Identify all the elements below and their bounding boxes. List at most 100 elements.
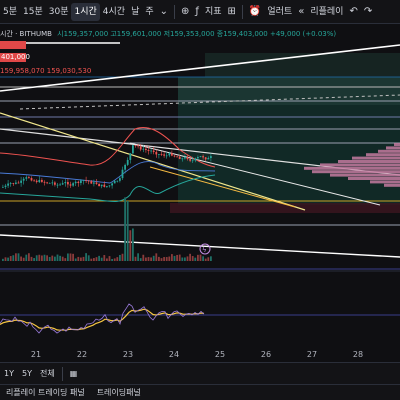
candle[interactable] (82, 180, 85, 182)
candle[interactable] (59, 184, 61, 186)
candle[interactable] (2, 186, 4, 188)
candle[interactable] (61, 183, 64, 185)
candle[interactable] (56, 184, 59, 186)
candle[interactable] (46, 182, 48, 184)
candle[interactable] (35, 180, 38, 183)
candle[interactable] (147, 150, 150, 152)
candle[interactable] (199, 156, 202, 158)
compare-icon[interactable]: ⊕ (178, 6, 192, 17)
candle[interactable] (132, 145, 134, 154)
candle[interactable] (186, 157, 189, 160)
candle[interactable] (72, 183, 74, 186)
candle[interactable] (150, 150, 152, 152)
candle[interactable] (7, 183, 9, 186)
candle[interactable] (103, 184, 106, 187)
candle[interactable] (90, 181, 93, 184)
interval-15m[interactable]: 15분 (20, 3, 46, 21)
candle[interactable] (77, 181, 80, 183)
range-all[interactable]: 전체 (36, 368, 59, 379)
indicators-icon[interactable]: ƒ (192, 6, 202, 17)
candle[interactable] (194, 158, 197, 161)
candle[interactable] (165, 155, 168, 157)
candle[interactable] (191, 160, 194, 162)
interval-week[interactable]: 주 (142, 3, 156, 21)
price-chart[interactable]: ϟ 21 22 23 24 25 26 27 28 시간 · BITHUMB 시159,357… (0, 25, 400, 362)
candle[interactable] (20, 180, 22, 183)
replay-button[interactable]: 리플레이 (307, 3, 346, 21)
candle[interactable] (173, 155, 176, 157)
candle[interactable] (9, 183, 12, 184)
templates-icon[interactable]: ⊞ (225, 6, 239, 17)
range-5y[interactable]: 5Y (18, 369, 36, 378)
candle[interactable] (197, 157, 199, 159)
chart-canvas[interactable]: ϟ 21 22 23 24 25 26 27 28 (0, 25, 400, 362)
candle[interactable] (98, 183, 100, 187)
symbol-legend[interactable]: 시간 · BITHUMB 시159,357,000 고159,601,000 저… (0, 29, 336, 39)
candle[interactable] (12, 183, 15, 184)
candle[interactable] (116, 180, 119, 182)
candle[interactable] (4, 185, 7, 187)
candle[interactable] (17, 182, 20, 184)
chevron-down-icon[interactable]: ⌄ (157, 6, 171, 17)
candle[interactable] (168, 153, 171, 156)
alert-icon[interactable]: ⏰ (246, 6, 264, 17)
candle[interactable] (176, 156, 178, 158)
tab-replay-trading-panel[interactable]: 리플레이 트레이딩 패널 (0, 387, 91, 398)
interval-4h[interactable]: 4시간 (100, 3, 128, 21)
candle[interactable] (124, 164, 126, 170)
replay-icon[interactable]: « (295, 6, 307, 17)
undo-icon[interactable]: ↶ (346, 6, 360, 17)
indicator-legend[interactable]: 159,958,070 159,030,530 (0, 67, 91, 75)
interval-5m[interactable]: 5분 (0, 3, 20, 21)
candle[interactable] (129, 153, 132, 160)
candle[interactable] (74, 181, 77, 184)
candle[interactable] (48, 182, 51, 184)
candle[interactable] (54, 182, 56, 185)
interval-1h[interactable]: 1시간 (71, 2, 100, 21)
candle[interactable] (64, 182, 67, 184)
trend-line[interactable] (0, 234, 400, 258)
candle[interactable] (163, 154, 165, 156)
candle[interactable] (178, 156, 181, 159)
candle[interactable] (87, 180, 90, 182)
tab-trading-panel[interactable]: 트레이딩패널 (91, 387, 147, 398)
candle[interactable] (67, 182, 69, 185)
interval-30m[interactable]: 30분 (46, 3, 72, 21)
alert-button[interactable]: 얼러트 (264, 3, 295, 21)
candle[interactable] (15, 182, 17, 184)
range-1y[interactable]: 1Y (0, 369, 18, 378)
candle[interactable] (28, 177, 30, 179)
candle[interactable] (111, 183, 113, 186)
symbol-name[interactable]: 시간 · BITHUMB (0, 30, 52, 38)
candle[interactable] (25, 177, 28, 179)
candle[interactable] (155, 152, 158, 155)
candle[interactable] (22, 178, 25, 181)
candle[interactable] (95, 182, 98, 184)
candle[interactable] (108, 185, 111, 187)
candle[interactable] (189, 159, 191, 161)
candle[interactable] (171, 153, 173, 156)
candle[interactable] (38, 179, 41, 183)
candle[interactable] (145, 148, 147, 151)
candle[interactable] (51, 182, 54, 184)
candle[interactable] (113, 180, 116, 184)
candle[interactable] (160, 154, 163, 155)
candle[interactable] (142, 148, 145, 150)
candle[interactable] (207, 157, 210, 160)
candle[interactable] (119, 178, 121, 181)
indicators-button[interactable]: 지표 (202, 3, 225, 21)
interval-day[interactable]: 날 (128, 3, 142, 21)
candle[interactable] (106, 186, 108, 187)
candle[interactable] (43, 181, 46, 183)
calendar-icon[interactable]: ▦ (66, 369, 82, 378)
candle[interactable] (80, 180, 82, 183)
candle[interactable] (41, 179, 43, 182)
candle[interactable] (85, 180, 87, 182)
candle[interactable] (139, 146, 142, 150)
candle[interactable] (121, 169, 124, 179)
candle[interactable] (69, 184, 72, 186)
candle[interactable] (202, 156, 204, 158)
candle[interactable] (126, 159, 129, 165)
candle[interactable] (184, 157, 186, 159)
candle[interactable] (30, 178, 33, 181)
